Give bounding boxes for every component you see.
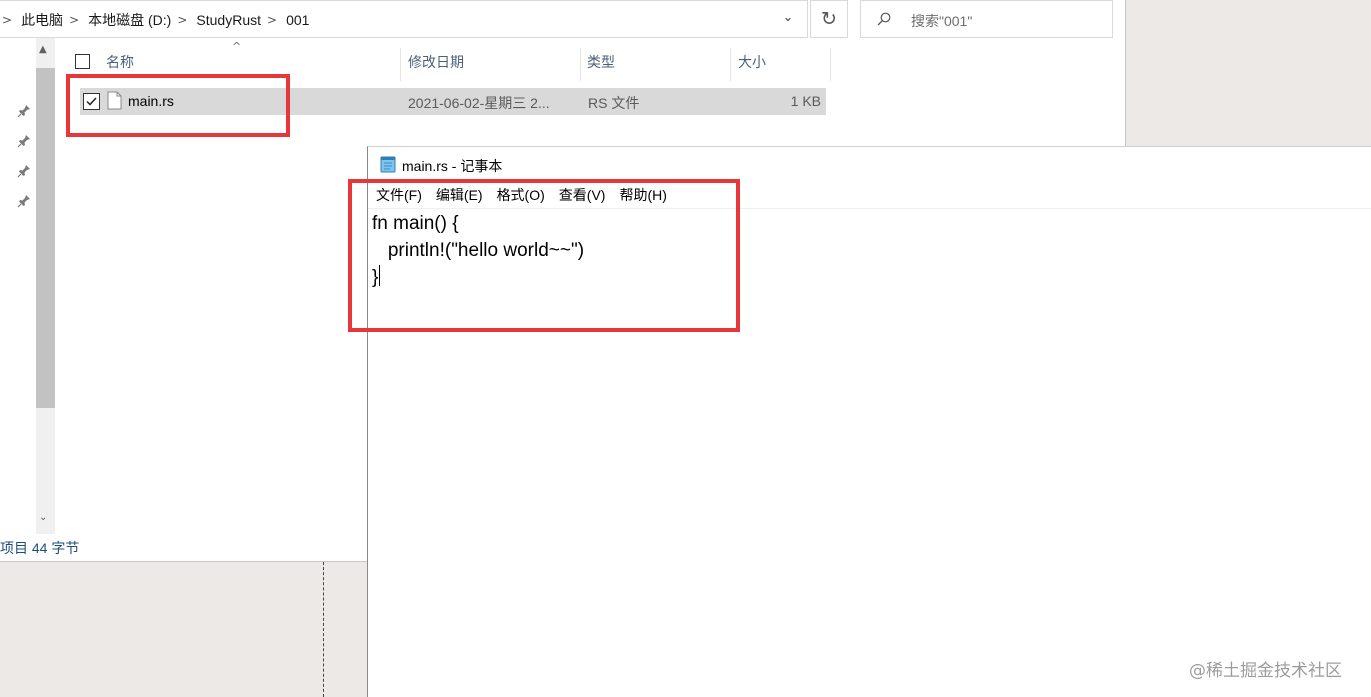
navigation-pane	[0, 38, 36, 538]
breadcrumb-item-001[interactable]: 001	[286, 12, 309, 28]
notepad-title: main.rs - 记事本	[402, 158, 503, 174]
address-bar[interactable]: > 此电脑 > 本地磁盘 (D:) > StudyRust > 001 ⌄	[0, 0, 808, 38]
search-icon	[877, 12, 891, 26]
chevron-right-icon[interactable]: >	[69, 13, 79, 27]
highlight-box-file	[66, 74, 290, 137]
file-size: 1 KB	[790, 93, 821, 109]
scroll-down-icon[interactable]: ⌄	[39, 512, 47, 523]
breadcrumb-item-drive-d[interactable]: 本地磁盘 (D:)	[88, 10, 171, 30]
pin-icon[interactable]	[17, 164, 31, 178]
scrollbar-thumb[interactable]	[36, 68, 55, 408]
scroll-up-icon[interactable]: ▲	[39, 44, 47, 55]
search-placeholder: 搜索"001"	[911, 13, 973, 29]
watermark: @稀土掘金技术社区	[1189, 661, 1342, 681]
column-header-size[interactable]: 大小	[738, 44, 766, 81]
chevron-right-icon[interactable]: >	[267, 13, 277, 27]
navigation-scrollbar[interactable]: ▲ ⌄	[36, 38, 55, 534]
chevron-down-icon[interactable]: ⌄	[776, 10, 800, 30]
column-divider[interactable]	[580, 48, 581, 81]
pin-icon[interactable]	[17, 194, 31, 208]
refresh-button[interactable]: ↻	[810, 0, 848, 38]
breadcrumb-item-this-pc[interactable]: 此电脑	[21, 10, 63, 30]
column-divider[interactable]	[400, 48, 401, 81]
breadcrumb: > 此电脑 > 本地磁盘 (D:) > StudyRust > 001	[0, 1, 309, 39]
notepad-title-bar[interactable]: main.rs - 记事本	[368, 147, 1371, 180]
dashed-guide-line	[323, 562, 324, 697]
status-bar-text: 项目 44 字节	[0, 540, 80, 556]
column-divider[interactable]	[830, 48, 831, 81]
file-modified-date: 2021-06-02-星期三 2...	[408, 95, 550, 111]
search-input[interactable]: 搜索"001"	[860, 0, 1113, 38]
highlight-box-code	[348, 179, 740, 332]
breadcrumb-item-studyrust[interactable]: StudyRust	[196, 12, 261, 28]
pin-icon[interactable]	[17, 104, 31, 118]
chevron-right-icon[interactable]: >	[177, 13, 187, 27]
column-header-type[interactable]: 类型	[587, 44, 615, 81]
select-all-checkbox[interactable]	[75, 54, 90, 69]
chevron-right-icon[interactable]: >	[2, 13, 12, 27]
column-header-modified[interactable]: 修改日期	[408, 44, 464, 81]
pin-icon[interactable]	[17, 134, 31, 148]
notepad-icon	[380, 156, 396, 173]
column-divider[interactable]	[730, 48, 731, 81]
file-type: RS 文件	[588, 95, 640, 111]
